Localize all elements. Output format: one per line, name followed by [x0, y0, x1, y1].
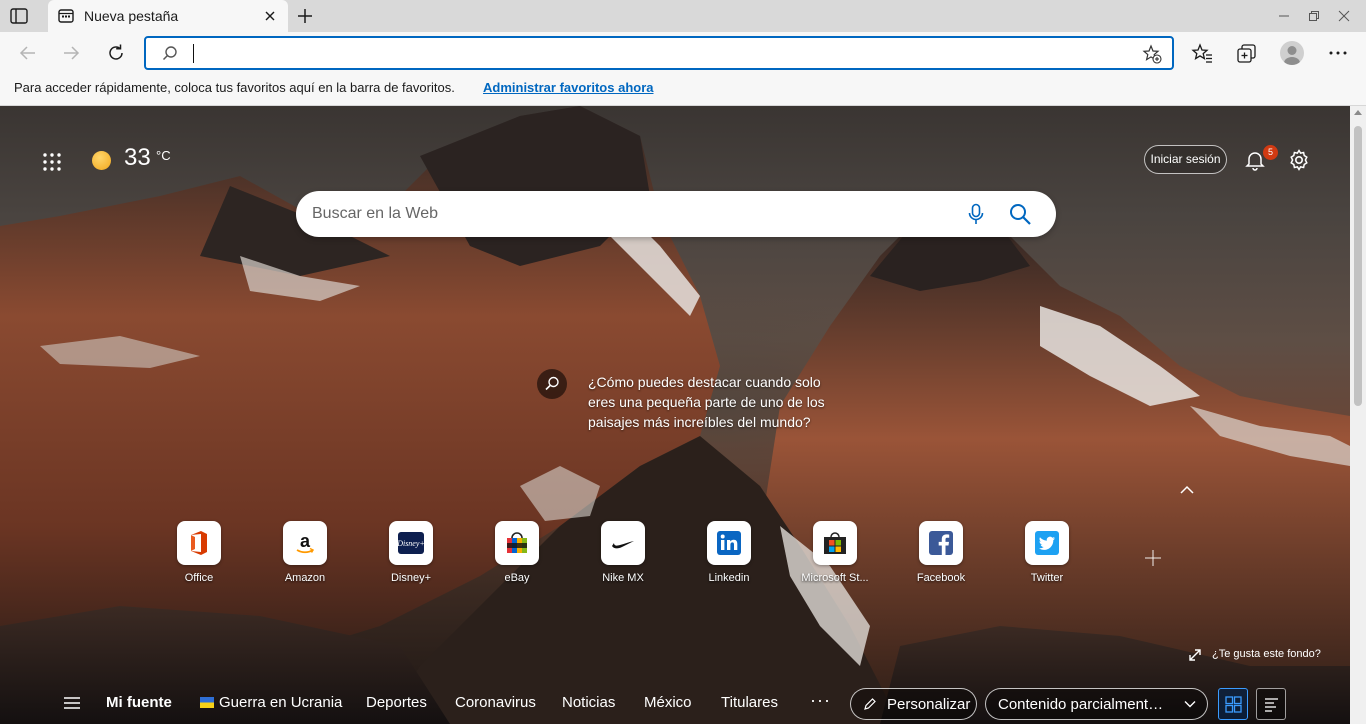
close-window-icon[interactable] [1336, 8, 1352, 24]
feed-tab-deportes[interactable]: Deportes [366, 694, 427, 711]
amazon-icon: a [296, 531, 315, 554]
web-search-placeholder: Buscar en la Web [312, 205, 438, 222]
list-view-button[interactable] [1256, 688, 1286, 720]
quick-link-microsoft-store[interactable]: Microsoft St... [790, 521, 880, 593]
feed-tab-mi-fuente[interactable]: Mi fuente [106, 694, 172, 711]
quick-link-label: Disney+ [390, 572, 432, 584]
disney-icon: Disney+ [397, 532, 425, 554]
tab-actions-icon[interactable] [10, 8, 28, 24]
notification-badge: 5 [1263, 145, 1278, 160]
tab-new-tab[interactable]: Nueva pestaña [48, 0, 288, 32]
favorites-icon[interactable] [1191, 42, 1213, 64]
profile-icon[interactable] [1280, 41, 1304, 65]
text-caret [193, 44, 194, 63]
grid-view-button[interactable] [1218, 688, 1248, 720]
linkedin-icon [717, 531, 741, 555]
quick-link-label: Nike MX [602, 572, 644, 584]
grid-icon [1225, 696, 1242, 713]
weather-temperature[interactable]: 33 [124, 144, 151, 172]
quick-link-label: Office [184, 572, 214, 584]
scrollbar-thumb[interactable] [1354, 126, 1362, 406]
more-tabs-button[interactable]: ··· [810, 690, 831, 711]
quick-link-facebook[interactable]: Facebook [896, 521, 986, 593]
facebook-icon [929, 531, 953, 555]
ebay-icon [507, 532, 527, 553]
feed-tab-coronavirus[interactable]: Coronavirus [455, 694, 536, 711]
more-icon[interactable] [1327, 42, 1349, 64]
quick-link-label: Linkedin [708, 572, 750, 584]
page-scrollbar[interactable] [1350, 106, 1366, 724]
manage-favorites-link[interactable]: Administrar favoritos ahora [483, 80, 654, 95]
add-quick-link-icon[interactable] [1144, 549, 1162, 567]
list-icon [1265, 698, 1278, 712]
content-visibility-value: Contenido parcialmente v... [998, 696, 1170, 713]
expand-icon [1189, 649, 1201, 661]
apps-grid-icon[interactable] [42, 152, 62, 172]
svg-text:Disney+: Disney+ [397, 539, 425, 548]
signin-button[interactable]: Iniciar sesión [1144, 145, 1227, 174]
scroll-up-icon[interactable] [1354, 110, 1362, 115]
pencil-icon [864, 698, 876, 710]
personalize-label: Personalizar [887, 696, 971, 713]
address-bar[interactable] [144, 36, 1174, 70]
add-favorite-icon[interactable] [1142, 44, 1162, 64]
quick-link-twitter[interactable]: Twitter [1002, 521, 1092, 593]
svg-text:a: a [300, 531, 311, 551]
tab-strip: Nueva pestaña [0, 0, 1366, 32]
collections-icon[interactable] [1236, 42, 1258, 64]
quick-link-ebay[interactable]: eBay [472, 521, 562, 593]
background-like-text: ¿Te gusta este fondo? [1212, 648, 1321, 660]
content-visibility-dropdown[interactable]: Contenido parcialmente v... [985, 688, 1208, 720]
forward-icon[interactable] [60, 42, 82, 64]
favorites-bar-message: Para acceder rápidamente, coloca tus fav… [14, 80, 455, 95]
quick-link-label: eBay [504, 572, 530, 584]
gear-icon[interactable] [1288, 149, 1310, 171]
minimize-icon[interactable] [1276, 8, 1292, 24]
back-icon[interactable] [17, 42, 39, 64]
plus-icon[interactable] [296, 7, 314, 25]
tab-title: Nueva pestaña [84, 8, 179, 24]
chevron-up-icon[interactable] [1178, 483, 1196, 497]
quick-link-label: Amazon [284, 572, 326, 584]
nike-icon [612, 541, 634, 549]
weather-unit: °C [156, 148, 171, 163]
microphone-icon[interactable] [966, 203, 986, 225]
feed-tab-mexico[interactable]: México [644, 694, 692, 711]
ukraine-flag-icon [200, 697, 214, 708]
sun-icon[interactable] [92, 151, 111, 170]
quick-link-nike[interactable]: Nike MX [578, 521, 668, 593]
quick-link-office[interactable]: Office [154, 521, 244, 593]
background-info-icon[interactable] [537, 369, 567, 399]
quick-link-label: Microsoft St... [801, 572, 869, 584]
maximize-icon[interactable] [1306, 8, 1322, 24]
search-icon [162, 46, 177, 61]
new-tab-page: 33 °C Iniciar sesión 5 Buscar en la Web … [0, 106, 1350, 724]
feed-tab-noticias[interactable]: Noticias [562, 694, 615, 711]
background-info-text[interactable]: ¿Cómo puedes destacar cuando solo eres u… [588, 372, 838, 432]
quick-link-label: Twitter [1030, 572, 1064, 584]
twitter-icon [1035, 531, 1059, 555]
quick-link-amazon[interactable]: a Amazon [260, 521, 350, 593]
menu-icon[interactable] [63, 696, 81, 710]
quick-link-label: Facebook [916, 572, 966, 584]
microsoft-store-icon [824, 532, 846, 554]
favorites-bar: Para acceder rápidamente, coloca tus fav… [0, 74, 1366, 106]
quick-link-disney[interactable]: Disney+ Disney+ [366, 521, 456, 593]
office-icon [191, 531, 207, 555]
web-search-box[interactable]: Buscar en la Web [296, 191, 1056, 237]
feed-navigation: Mi fuente Guerra en Ucrania Deportes Cor… [0, 682, 1350, 724]
close-icon[interactable] [262, 8, 278, 24]
personalize-button[interactable]: Personalizar [850, 688, 977, 720]
search-icon[interactable] [1008, 202, 1032, 226]
refresh-icon[interactable] [105, 42, 127, 64]
chevron-down-icon [1184, 701, 1196, 708]
feed-tab-guerra-ucrania[interactable]: Guerra en Ucrania [219, 694, 342, 711]
feed-tab-titulares[interactable]: Titulares [721, 694, 778, 711]
page-icon [58, 9, 74, 23]
toolbar [0, 32, 1366, 74]
quick-link-linkedin[interactable]: Linkedin [684, 521, 774, 593]
